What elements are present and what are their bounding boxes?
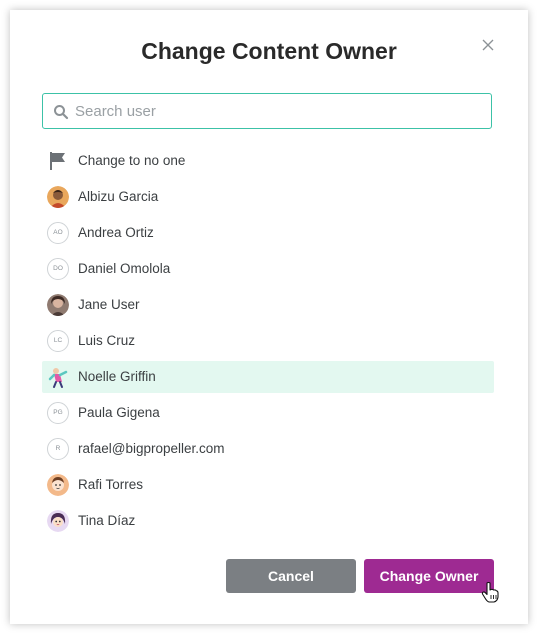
user-name: Rafi Torres [78,477,144,492]
change-owner-button[interactable]: Change Owner [364,559,494,593]
cancel-button[interactable]: Cancel [226,559,356,593]
user-option[interactable]: PG Paula Gigena [42,397,494,429]
user-option[interactable]: Tina Díaz [42,505,494,537]
user-name: Paula Gigena [78,405,160,420]
search-input[interactable] [75,94,475,128]
close-icon[interactable] [480,37,496,53]
user-option[interactable]: R rafael@bigpropeller.com [42,433,494,465]
user-name: Luis Cruz [78,333,136,348]
user-option[interactable]: Rafi Torres [42,469,494,501]
user-name: Andrea Ortiz [78,225,154,240]
user-avatar [47,474,69,496]
user-avatar [47,510,69,532]
change-owner-dialog: Change Content Owner Change to no one [10,10,528,624]
user-avatar-initials: R [47,438,69,460]
user-name: Albizu Garcia [78,189,159,204]
user-name: Daniel Omolola [78,261,171,276]
user-avatar [47,366,69,388]
search-box[interactable] [42,93,492,129]
user-avatar-initials: LC [47,330,69,352]
user-avatar-initials: AO [47,222,69,244]
hand-cursor-icon [481,581,499,608]
user-avatar-initials: PG [47,402,69,424]
user-option[interactable]: LC Luis Cruz [42,325,494,357]
user-option[interactable]: Jane User [42,289,494,321]
user-option[interactable]: Albizu Garcia [42,181,494,213]
search-icon [54,105,69,120]
user-avatar-initials: DO [47,258,69,280]
user-avatar [47,294,69,316]
user-name: Change to no one [78,153,186,168]
user-option-no-one[interactable]: Change to no one [42,145,494,177]
user-option-selected[interactable]: Noelle Griffin [42,361,494,393]
user-list: Change to no one Albizu Garcia AO Andrea… [42,145,494,541]
user-name: Jane User [78,297,140,312]
user-name: rafael@bigpropeller.com [78,441,225,456]
user-option[interactable]: DO Daniel Omolola [42,253,494,285]
user-name: Noelle Griffin [78,369,156,384]
dialog-title: Change Content Owner [141,38,397,64]
flag-icon [47,150,69,172]
user-avatar [47,186,69,208]
user-name: Tina Díaz [78,513,136,528]
user-option[interactable]: AO Andrea Ortiz [42,217,494,249]
